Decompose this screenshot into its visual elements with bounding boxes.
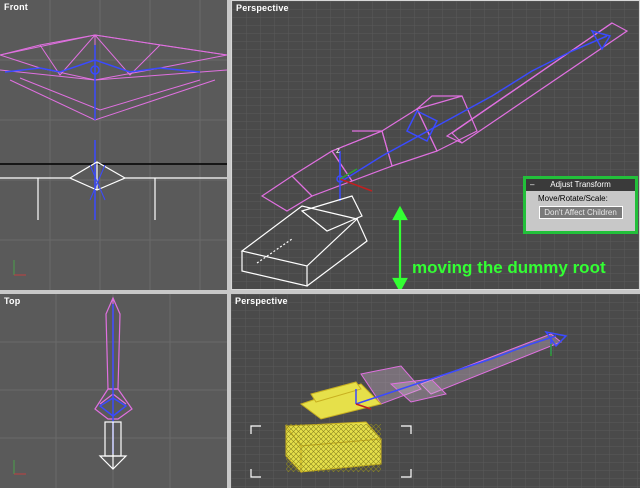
- top-scene: [0, 294, 227, 488]
- viewport-label-perspective-top[interactable]: Perspective: [236, 3, 289, 13]
- sword-mesh-front: [0, 34, 227, 121]
- viewport-front[interactable]: Front: [0, 0, 227, 290]
- gizmo-z-label: z: [336, 146, 340, 155]
- viewport-label-top[interactable]: Top: [4, 296, 20, 306]
- move-rotate-scale-label: Move/Rotate/Scale:: [538, 194, 608, 203]
- viewport-perspective-bottom[interactable]: Perspective: [231, 294, 640, 488]
- handle-top: [98, 421, 128, 470]
- perspective-scene-1: z: [232, 1, 639, 289]
- axis-tripod-front: [13, 260, 26, 276]
- adjust-transform-panel: – Adjust Transform Move/Rotate/Scale: Do…: [523, 176, 638, 234]
- viewport-top[interactable]: Top: [0, 294, 227, 488]
- dont-affect-children-button[interactable]: Don't Affect Children: [538, 206, 623, 219]
- guard-front: [0, 161, 227, 220]
- perspective-scene-2: [231, 294, 640, 488]
- axis-tripod-top: [13, 460, 26, 475]
- adjust-transform-header[interactable]: – Adjust Transform: [526, 179, 635, 191]
- viewport-label-front[interactable]: Front: [4, 2, 28, 12]
- viewport-perspective-top[interactable]: z Perspective: [231, 0, 640, 290]
- annotation-text: moving the dummy root: [412, 258, 606, 277]
- panel-title: Adjust Transform: [550, 180, 611, 189]
- viewport-label-perspective-bottom[interactable]: Perspective: [235, 296, 288, 306]
- front-scene: [0, 0, 227, 290]
